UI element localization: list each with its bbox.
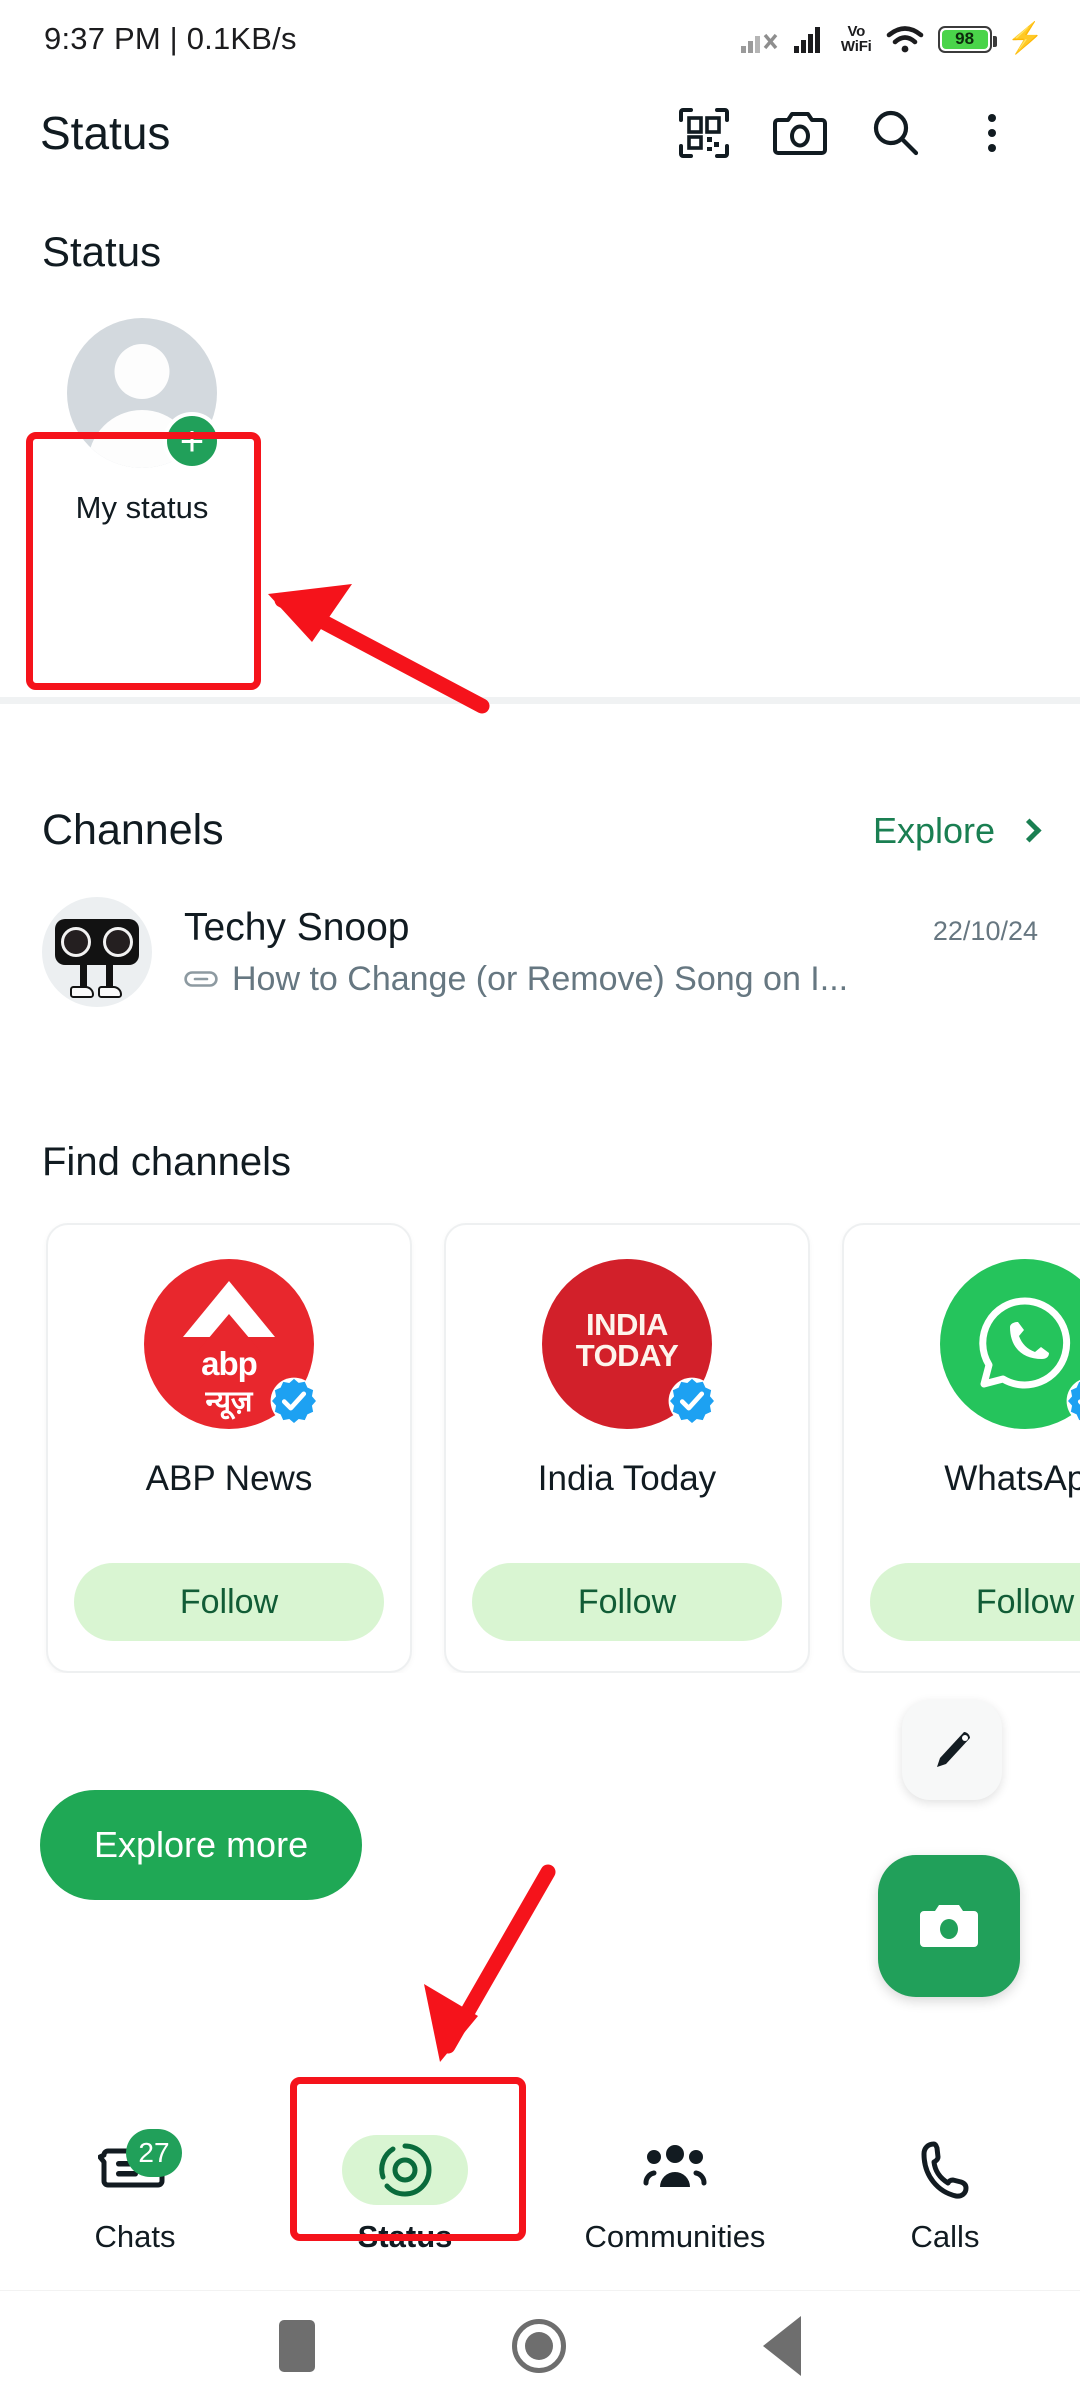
explore-label: Explore <box>872 809 995 851</box>
find-channels-carousel[interactable]: abp न्यूज़ ABP News Follow INDIA TODAY I… <box>0 1185 1080 1673</box>
nav-tab-calls[interactable]: Calls <box>810 2135 1080 2255</box>
android-navigation-bar <box>0 2290 1080 2400</box>
wifi-icon <box>885 24 925 54</box>
status-bar-time-and-netspeed: 9:37 PM | 0.1KB/s <box>44 21 297 56</box>
communities-icon <box>643 2145 707 2187</box>
whatsapp-status-screen: 9:37 PM | 0.1KB/s Vo WiFi 98 ⚡ Status St… <box>0 0 1080 2400</box>
camera-icon[interactable] <box>752 85 848 181</box>
channel-avatar <box>42 897 152 1007</box>
india-today-logo-text: INDIA TODAY <box>575 1307 679 1373</box>
bottom-navigation: 27 Chats Status Communities Calls <box>0 2100 1080 2290</box>
system-status-bar: 9:37 PM | 0.1KB/s Vo WiFi 98 ⚡ <box>0 0 1080 78</box>
explore-more-button[interactable]: Explore more <box>40 1790 363 1900</box>
channel-card-name: India Today <box>537 1459 717 1498</box>
nav-label-calls: Calls <box>910 2219 980 2254</box>
find-channels-heading: Find channels <box>42 1140 292 1184</box>
verified-badge-icon <box>1066 1379 1080 1423</box>
channel-preview-text: How to Change (or Remove) Song on I... <box>232 959 849 998</box>
channel-card-abp-news[interactable]: abp न्यूज़ ABP News Follow <box>46 1223 412 1673</box>
follow-button[interactable]: Follow <box>74 1563 384 1641</box>
header-actions <box>656 85 1040 181</box>
channel-card-name: ABP News <box>145 1459 313 1498</box>
chats-unread-badge: 27 <box>126 2129 182 2177</box>
whatsapp-logo <box>940 1259 1080 1429</box>
channel-name: Techy Snoop <box>184 905 410 949</box>
channels-heading: Channels <box>42 806 224 854</box>
verified-badge-icon <box>668 1377 716 1425</box>
phone-icon <box>921 2141 969 2199</box>
camera-icon <box>920 1905 978 1947</box>
add-status-icon[interactable]: + <box>163 412 221 470</box>
status-rings-icon <box>379 2143 432 2197</box>
channel-date: 22/10/24 <box>932 915 1038 946</box>
nav-label-chats: Chats <box>94 2219 176 2254</box>
pencil-icon <box>937 1732 970 1767</box>
back-button[interactable] <box>763 2315 802 2376</box>
nav-tab-status[interactable]: Status <box>270 2135 540 2255</box>
status-section: Status + My status <box>0 188 1080 704</box>
signal-no-service-icon <box>740 24 781 54</box>
follow-button[interactable]: Follow <box>870 1563 1080 1641</box>
page-title: Status <box>40 107 171 159</box>
link-icon <box>184 968 218 990</box>
nav-label-status: Status <box>357 2219 453 2254</box>
find-channels-section: Find channels abp न्यूज़ ABP News Follow… <box>0 1140 1080 1673</box>
app-header: Status <box>0 78 1080 188</box>
my-status-card[interactable]: + My status <box>42 318 242 526</box>
section-divider <box>0 697 1080 704</box>
arrow-to-status-tab <box>424 1864 556 2062</box>
signal-bars-icon <box>793 24 828 54</box>
edit-text-status-fab[interactable] <box>902 1700 1002 1800</box>
channels-section: Channels Explore Techy Snoop 22/10/24 Ho… <box>0 760 1080 1007</box>
volte-wifi-icon: Vo WiFi <box>840 23 872 55</box>
home-button[interactable] <box>511 2318 566 2373</box>
chevron-right-icon <box>1017 818 1042 843</box>
follow-button[interactable]: Follow <box>472 1563 782 1641</box>
recents-button[interactable] <box>278 2319 315 2372</box>
more-options-icon[interactable] <box>944 85 1040 181</box>
qr-scan-icon[interactable] <box>656 85 752 181</box>
nav-label-communities: Communities <box>584 2219 766 2254</box>
channel-card-name: WhatsApp <box>944 1459 1080 1498</box>
explore-channels-link[interactable]: Explore <box>872 809 1042 852</box>
charging-bolt-icon: ⚡ <box>1006 22 1044 55</box>
channel-list-item[interactable]: Techy Snoop 22/10/24 How to Change (or R… <box>0 855 1080 1007</box>
nav-tab-communities[interactable]: Communities <box>540 2135 810 2255</box>
my-status-label: My status <box>75 490 209 525</box>
nav-tab-chats[interactable]: 27 Chats <box>0 2129 270 2255</box>
search-icon[interactable] <box>848 85 944 181</box>
status-section-heading: Status <box>42 228 162 275</box>
verified-badge-icon <box>270 1377 318 1425</box>
camera-status-fab[interactable] <box>878 1855 1020 1997</box>
channel-card-whatsapp[interactable]: WhatsApp Follow <box>842 1223 1080 1673</box>
arrow-to-my-status <box>268 584 490 714</box>
battery-icon: 98 <box>937 25 997 53</box>
channel-card-india-today[interactable]: INDIA TODAY India Today Follow <box>444 1223 810 1673</box>
